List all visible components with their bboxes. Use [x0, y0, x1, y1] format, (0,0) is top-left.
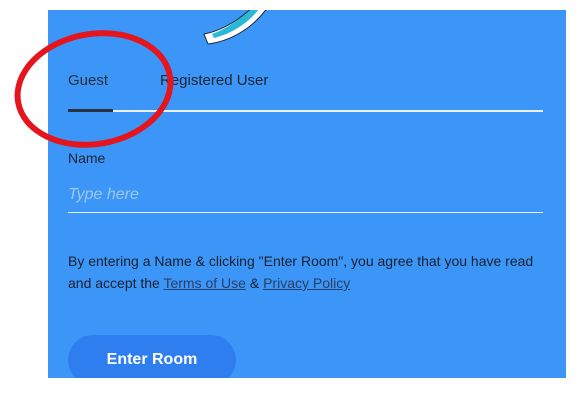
active-tab-indicator	[68, 109, 113, 112]
tab-guest[interactable]: Guest	[68, 72, 108, 89]
name-input[interactable]	[68, 178, 543, 213]
tab-registered-user[interactable]: Registered User	[160, 72, 268, 89]
terms-of-use-link[interactable]: Terms of Use	[163, 275, 245, 291]
consent-text: By entering a Name & clicking "Enter Roo…	[68, 250, 548, 294]
enter-room-button[interactable]: Enter Room	[68, 335, 236, 378]
tabs-divider	[68, 110, 543, 112]
login-panel: Guest Registered User Name By entering a…	[48, 10, 566, 378]
privacy-policy-link[interactable]: Privacy Policy	[263, 275, 350, 291]
app-logo-icon	[203, 10, 267, 45]
name-label: Name	[68, 150, 106, 166]
consent-separator: &	[245, 275, 264, 291]
user-type-tabs: Guest Registered User	[68, 72, 543, 112]
